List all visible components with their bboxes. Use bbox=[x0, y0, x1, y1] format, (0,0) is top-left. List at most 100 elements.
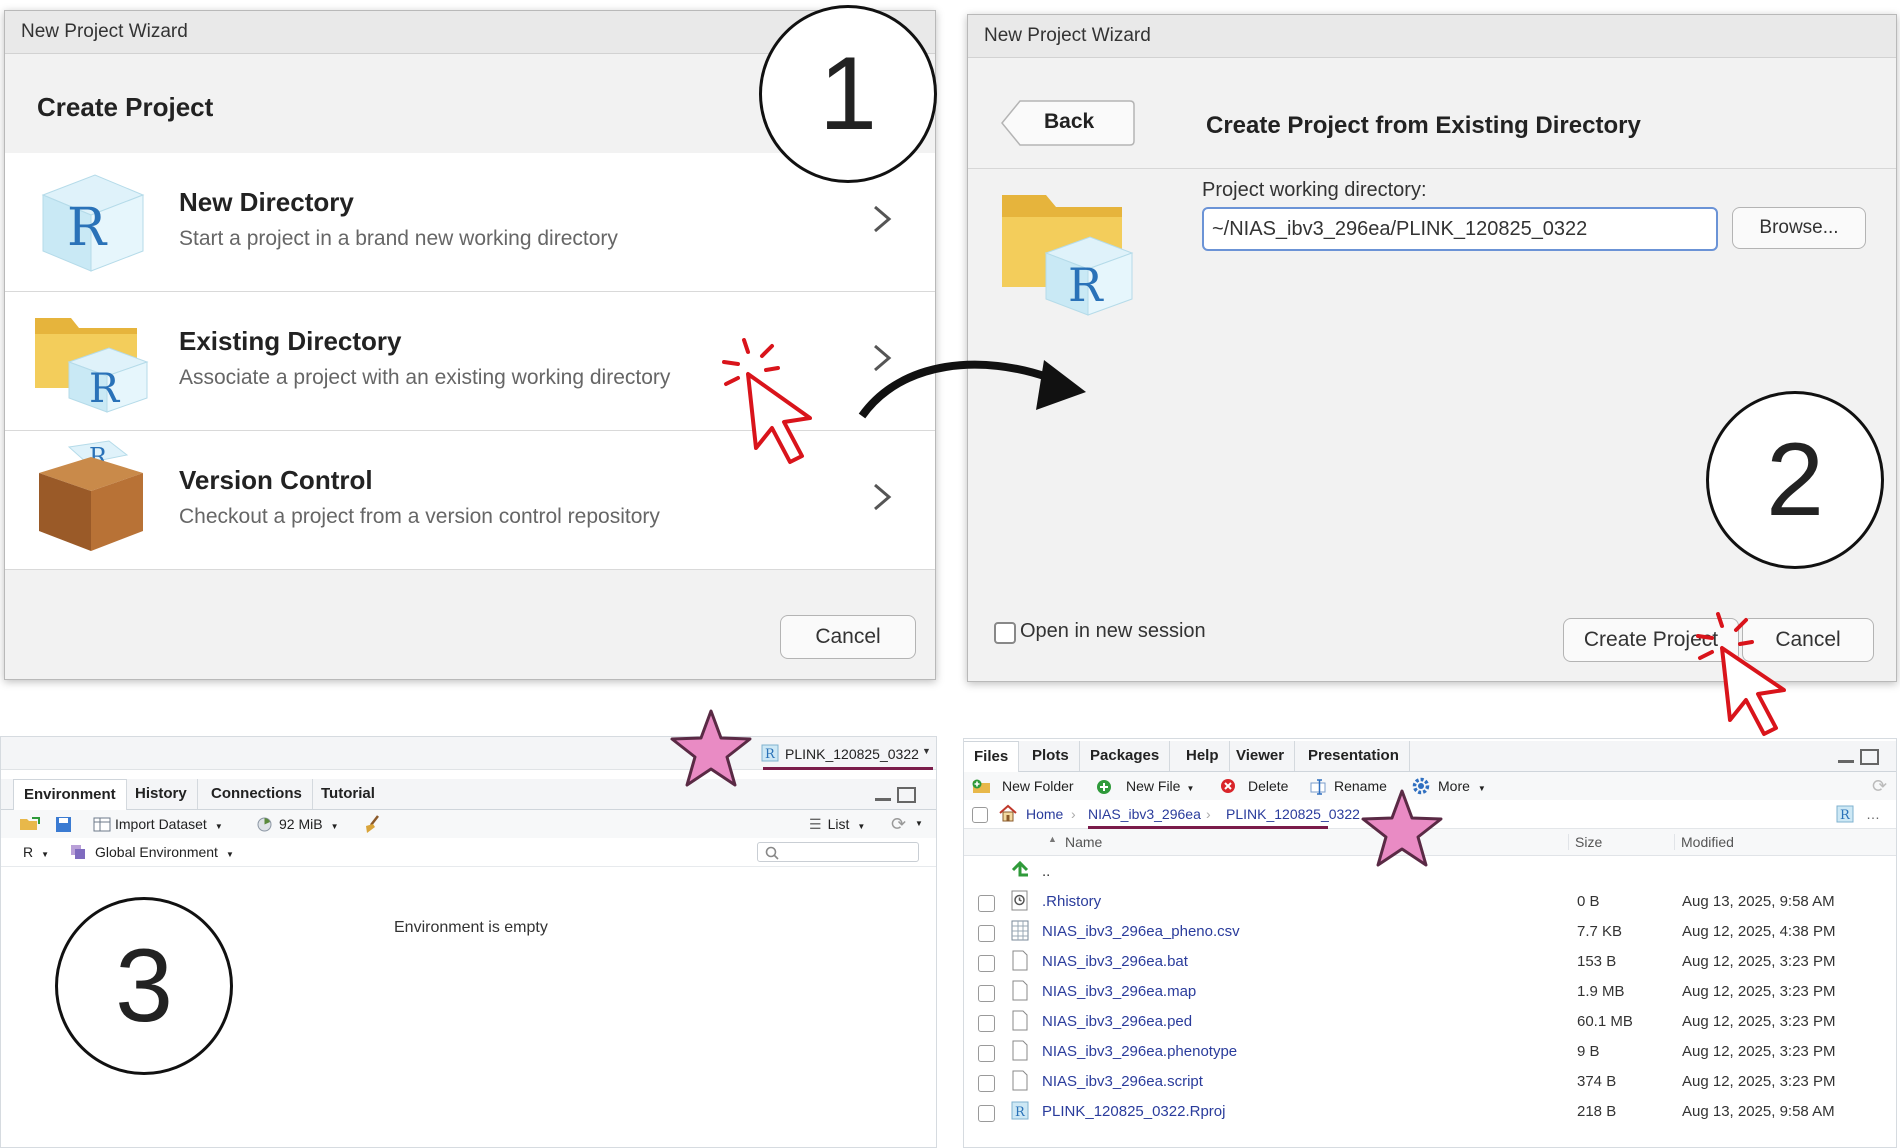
directory-label: Project working directory: bbox=[1202, 179, 1427, 201]
rproj-icon[interactable]: R bbox=[1836, 805, 1854, 823]
file-modified: Aug 12, 2025, 3:23 PM bbox=[1682, 953, 1836, 970]
tab-plots[interactable]: Plots bbox=[1022, 741, 1080, 771]
maximize-icon[interactable] bbox=[897, 787, 916, 803]
row-checkbox[interactable] bbox=[978, 925, 995, 942]
dialog-title: Create Project from Existing Directory bbox=[1206, 112, 1641, 139]
file-modified: Aug 12, 2025, 3:23 PM bbox=[1682, 1043, 1836, 1060]
project-underline bbox=[763, 767, 933, 770]
table-row[interactable]: NIAS_ibv3_296ea.bat 153 B Aug 12, 2025, 3:… bbox=[964, 947, 1896, 977]
minimize-icon[interactable] bbox=[1838, 753, 1854, 763]
table-row[interactable]: NIAS_ibv3_296ea.ped 60.1 MB Aug 12, 2025, … bbox=[964, 1007, 1896, 1037]
browse-button[interactable]: Browse... bbox=[1732, 207, 1866, 249]
tab-tutorial[interactable]: Tutorial bbox=[311, 779, 385, 809]
cancel-button[interactable]: Cancel bbox=[780, 615, 916, 659]
file-name-link[interactable]: PLINK_120825_0322.Rproj bbox=[1042, 1103, 1225, 1120]
breadcrumb-home[interactable]: Home bbox=[1026, 800, 1063, 828]
save-icon[interactable] bbox=[55, 816, 72, 833]
tab-packages[interactable]: Packages bbox=[1080, 741, 1171, 771]
chevron-down-icon[interactable]: ▼ bbox=[915, 810, 923, 838]
box-r-icon: R bbox=[39, 440, 143, 551]
search-input[interactable] bbox=[757, 842, 919, 862]
file-name-link[interactable]: NIAS_ibv3_296ea.phenotype bbox=[1042, 1043, 1237, 1060]
star-icon bbox=[670, 709, 752, 787]
rproj-icon: R bbox=[761, 744, 779, 762]
table-row[interactable]: NIAS_ibv3_296ea.map 1.9 MB Aug 12, 2025, 3… bbox=[964, 977, 1896, 1007]
column-modified[interactable]: Modified bbox=[1674, 834, 1734, 850]
chevron-down-icon: ▼ bbox=[1186, 784, 1195, 793]
files-tabbar: Files Plots Packages Help Viewer Present… bbox=[964, 741, 1896, 773]
environment-selector[interactable]: Global Environment ▼ bbox=[95, 838, 234, 866]
row-checkbox[interactable] bbox=[978, 955, 995, 972]
option-new-directory[interactable]: R New Directory Start a project in a bra… bbox=[5, 153, 935, 292]
new-folder-button[interactable]: New Folder bbox=[1002, 772, 1074, 800]
row-checkbox[interactable] bbox=[978, 1105, 995, 1122]
file-name-link[interactable]: NIAS_ibv3_296ea.map bbox=[1042, 983, 1196, 1000]
maximize-icon[interactable] bbox=[1860, 749, 1879, 765]
import-dataset-button[interactable]: Import Dataset ▼ bbox=[115, 810, 223, 838]
environment-icon bbox=[71, 845, 85, 859]
list-view-button[interactable]: ☰ List ▼ bbox=[809, 810, 865, 838]
table-row[interactable]: .Rhistory 0 B Aug 13, 2025, 9:58 AM bbox=[964, 887, 1896, 917]
more-button[interactable]: More ▼ bbox=[1438, 772, 1486, 800]
directory-input[interactable]: ~/NIAS_ibv3_296ea/PLINK_120825_0322 bbox=[1202, 207, 1718, 251]
list-icon: ☰ bbox=[809, 816, 822, 832]
new-file-button[interactable]: New File ▼ bbox=[1126, 772, 1194, 800]
more-options-icon[interactable]: … bbox=[1866, 800, 1880, 828]
tab-help[interactable]: Help bbox=[1176, 741, 1230, 771]
file-icon bbox=[1010, 980, 1030, 1002]
tab-history[interactable]: History bbox=[125, 779, 198, 809]
file-modified: Aug 13, 2025, 9:58 AM bbox=[1682, 893, 1835, 910]
file-modified: Aug 12, 2025, 3:23 PM bbox=[1682, 983, 1836, 1000]
chevron-down-icon: ▼ bbox=[41, 850, 50, 859]
refresh-icon[interactable]: ⟳ bbox=[891, 810, 906, 838]
file-name-link[interactable]: .Rhistory bbox=[1042, 893, 1101, 910]
column-name[interactable]: Name bbox=[1065, 834, 1102, 850]
tab-environment[interactable]: Environment bbox=[13, 779, 127, 811]
delete-button[interactable]: Delete bbox=[1248, 772, 1288, 800]
memory-usage-button[interactable]: 92 MiB ▼ bbox=[279, 810, 339, 838]
row-checkbox[interactable] bbox=[978, 1045, 995, 1062]
file-name-link[interactable]: NIAS_ibv3_296ea_pheno.csv bbox=[1042, 923, 1240, 940]
row-checkbox[interactable] bbox=[978, 1075, 995, 1092]
file-name-link[interactable]: NIAS_ibv3_296ea.script bbox=[1042, 1073, 1203, 1090]
select-all-checkbox[interactable] bbox=[972, 807, 988, 823]
language-selector[interactable]: R ▼ bbox=[23, 838, 49, 866]
parent-directory-link[interactable]: .. bbox=[1042, 863, 1050, 880]
file-modified: Aug 13, 2025, 9:58 AM bbox=[1682, 1103, 1835, 1120]
svg-text:R: R bbox=[1068, 258, 1104, 312]
env-toolbar: Import Dataset ▼ 92 MiB ▼ ☰ List ▼ ⟳ ▼ bbox=[1, 810, 936, 839]
breadcrumb-folder[interactable]: NIAS_ibv3_296ea bbox=[1088, 800, 1201, 828]
row-checkbox[interactable] bbox=[978, 895, 995, 912]
open-folder-icon[interactable] bbox=[19, 816, 41, 832]
chevron-down-icon: ▼ bbox=[225, 850, 234, 859]
broom-icon[interactable] bbox=[363, 814, 381, 834]
tab-files[interactable]: Files bbox=[964, 741, 1020, 773]
file-icon bbox=[1010, 1040, 1030, 1062]
file-name-link[interactable]: NIAS_ibv3_296ea.bat bbox=[1042, 953, 1188, 970]
tab-presentation[interactable]: Presentation bbox=[1298, 741, 1410, 771]
step-circle-2: 2 bbox=[1706, 391, 1884, 569]
table-row[interactable]: NIAS_ibv3_296ea.script 374 B Aug 12, 2025,… bbox=[964, 1067, 1896, 1097]
breadcrumb-current[interactable]: PLINK_120825_0322 bbox=[1226, 800, 1360, 828]
table-row[interactable]: NIAS_ibv3_296ea.phenotype 9 B Aug 12, 2025… bbox=[964, 1037, 1896, 1067]
row-checkbox[interactable] bbox=[978, 1015, 995, 1032]
file-size: 60.1 MB bbox=[1577, 1013, 1633, 1030]
file-icon bbox=[1010, 1010, 1030, 1032]
open-new-session-checkbox[interactable] bbox=[994, 622, 1016, 644]
table-row[interactable]: NIAS_ibv3_296ea_pheno.csv 7.7 KB Aug 12, 2… bbox=[964, 917, 1896, 947]
row-checkbox[interactable] bbox=[978, 985, 995, 1002]
folder-r-icon: R bbox=[35, 318, 149, 413]
svg-text:R: R bbox=[1015, 1105, 1026, 1120]
refresh-icon[interactable]: ⟳ bbox=[1872, 772, 1887, 800]
tab-connections[interactable]: Connections bbox=[201, 779, 313, 809]
table-row[interactable]: R PLINK_120825_0322.Rproj 218 B Aug 13, 202… bbox=[964, 1097, 1896, 1127]
csv-file-icon bbox=[1010, 920, 1030, 942]
project-menu[interactable]: PLINK_120825_0322 bbox=[785, 746, 919, 762]
step-circle-1: 1 bbox=[759, 5, 937, 183]
minimize-icon[interactable] bbox=[875, 791, 891, 801]
tab-viewer[interactable]: Viewer bbox=[1226, 741, 1296, 771]
wizard-dialog-existing-directory: New Project Wizard Back Create Project f… bbox=[967, 14, 1897, 682]
file-name-link[interactable]: NIAS_ibv3_296ea.ped bbox=[1042, 1013, 1192, 1030]
environment-empty-message: Environment is empty bbox=[394, 919, 548, 936]
column-size[interactable]: Size bbox=[1568, 834, 1602, 850]
